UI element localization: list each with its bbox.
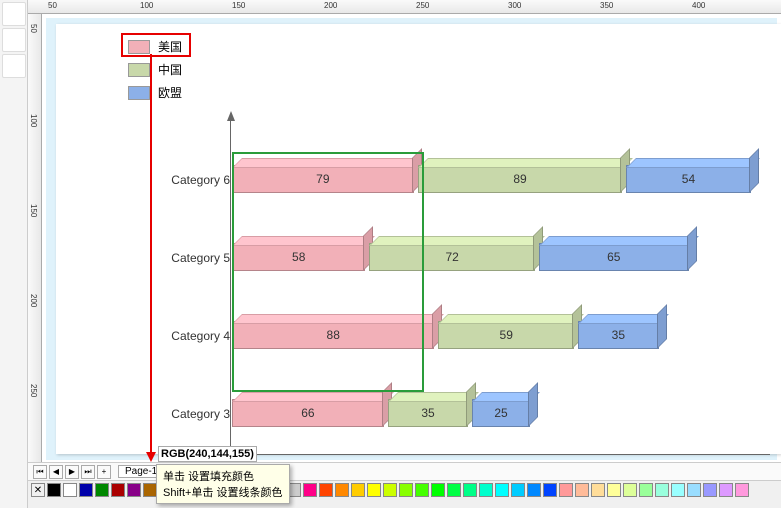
palette-swatch[interactable] [95,483,109,497]
palette-swatch[interactable] [303,483,317,497]
bottom-bar: ⏮ ◀ ▶ ⏭ + Page-1 ✕ [28,462,781,508]
palette-swatch[interactable] [383,483,397,497]
bar-segment[interactable]: 79 [232,165,414,193]
palette-swatch[interactable] [623,483,637,497]
nav-add-icon[interactable]: + [97,465,111,479]
palette-swatch[interactable] [415,483,429,497]
nav-first-icon[interactable]: ⏮ [33,465,47,479]
palette-swatch[interactable] [447,483,461,497]
legend-label: 中国 [158,61,182,78]
bar-segment[interactable]: 66 [232,399,384,427]
palette-swatch[interactable] [351,483,365,497]
left-toolbar [0,0,28,508]
no-color-swatch[interactable]: ✕ [31,483,45,497]
palette-swatch[interactable] [575,483,589,497]
bar-segment[interactable]: 89 [418,165,623,193]
legend-highlight-box [121,33,191,57]
color-tooltip: 单击 设置填充颜色 Shift+单击 设置线条颜色 [156,464,290,504]
palette-swatch[interactable] [527,483,541,497]
nav-last-icon[interactable]: ⏭ [81,465,95,479]
page-navigator: ⏮ ◀ ▶ ⏭ + Page-1 [28,463,781,481]
bar-segment[interactable]: 58 [232,243,365,271]
bar-segment[interactable]: 72 [369,243,535,271]
nav-next-icon[interactable]: ▶ [65,465,79,479]
palette-swatch[interactable] [399,483,413,497]
palette-swatch[interactable] [335,483,349,497]
vertical-ruler: 50100150200250 [28,14,42,508]
bar-segment[interactable]: 54 [626,165,750,193]
x-axis [230,454,770,455]
bar-segment[interactable]: 25 [472,399,530,427]
palette-swatch[interactable] [111,483,125,497]
category-label: Category 3 [150,407,230,421]
tooltip-line: Shift+单击 设置线条颜色 [163,484,283,500]
bar-segment[interactable]: 59 [438,321,574,349]
palette-swatch[interactable] [479,483,493,497]
palette-swatch[interactable] [655,483,669,497]
palette-swatch[interactable] [543,483,557,497]
category-label: Category 5 [150,251,230,265]
annotation-arrow [150,54,152,460]
palette-swatch[interactable] [591,483,605,497]
legend-swatch [128,86,150,100]
palette-swatch[interactable] [495,483,509,497]
palette-swatch[interactable] [63,483,77,497]
palette-swatch[interactable] [463,483,477,497]
legend-item[interactable]: 欧盟 [128,84,198,101]
category-label: Category 6 [150,173,230,187]
palette-swatch[interactable] [431,483,445,497]
legend-swatch [128,63,150,77]
y-axis [230,119,231,455]
nav-prev-icon[interactable]: ◀ [49,465,63,479]
palette-swatch[interactable] [367,483,381,497]
palette-swatch[interactable] [79,483,93,497]
bar-chart[interactable]: Category 6798954Category 5587265Category… [160,125,770,455]
legend-item[interactable]: 中国 [128,61,198,78]
palette-swatch[interactable] [735,483,749,497]
tooltip-line: 单击 设置填充颜色 [163,468,283,484]
palette-swatch[interactable] [127,483,141,497]
palette-swatch[interactable] [703,483,717,497]
palette-swatch[interactable] [559,483,573,497]
bar-segment[interactable]: 65 [539,243,689,271]
color-palette: ✕ [28,481,781,507]
bar-segment[interactable]: 88 [232,321,434,349]
palette-swatch[interactable] [511,483,525,497]
rgb-readout: RGB(240,144,155) [158,446,257,462]
palette-swatch[interactable] [143,483,157,497]
palette-swatch[interactable] [719,483,733,497]
palette-swatch[interactable] [639,483,653,497]
category-label: Category 4 [150,329,230,343]
bar-segment[interactable]: 35 [388,399,469,427]
palette-swatch[interactable] [47,483,61,497]
tool-button[interactable] [2,2,26,26]
tool-button[interactable] [2,54,26,78]
horizontal-ruler: 50100150200250300350400 [28,0,781,14]
bar-segment[interactable]: 35 [578,321,659,349]
palette-swatch[interactable] [687,483,701,497]
palette-swatch[interactable] [607,483,621,497]
palette-swatch[interactable] [671,483,685,497]
tool-button[interactable] [2,28,26,52]
legend-label: 欧盟 [158,84,182,101]
palette-swatch[interactable] [319,483,333,497]
